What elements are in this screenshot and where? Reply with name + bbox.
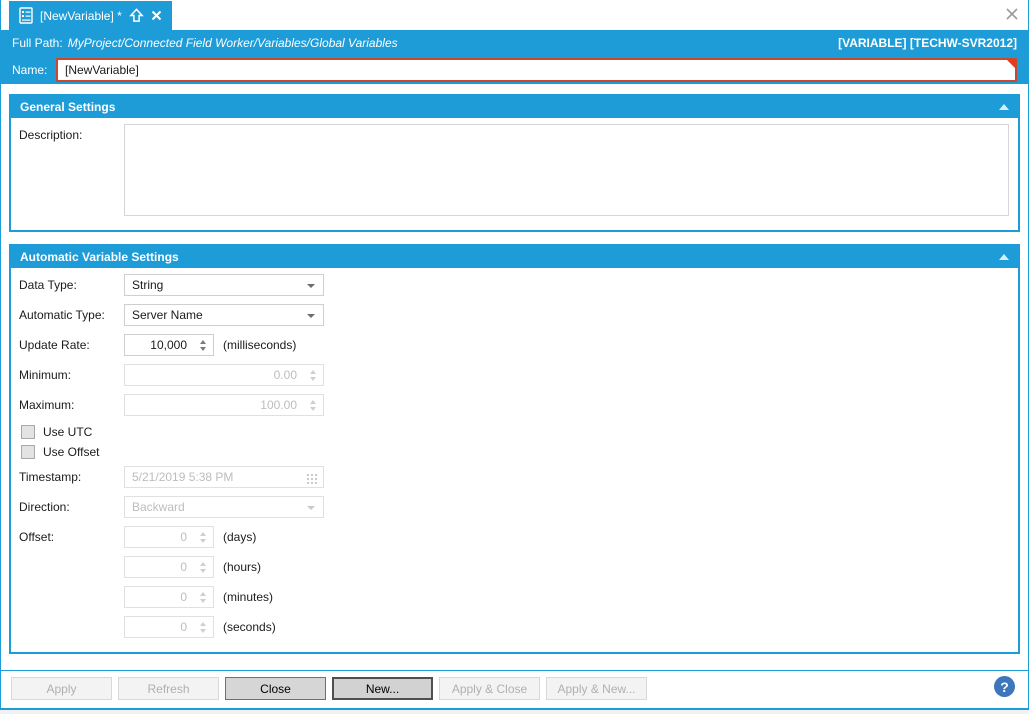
direction-dropdown: Backward <box>124 496 324 518</box>
validation-flag-icon <box>1007 60 1015 68</box>
automatic-settings-panel: Automatic Variable Settings Data Type: S… <box>9 244 1020 654</box>
offset-minutes-suffix: (minutes) <box>223 590 273 604</box>
name-input[interactable] <box>56 58 1017 82</box>
timestamp-picker <box>124 466 324 488</box>
full-path-bar: Full Path: MyProject/Connected Field Wor… <box>1 30 1028 56</box>
general-settings-header[interactable]: General Settings <box>11 96 1018 118</box>
use-utc-checkbox-row[interactable]: Use UTC <box>21 424 1009 440</box>
offset-hours-suffix: (hours) <box>223 560 261 574</box>
collapse-icon[interactable] <box>999 254 1009 260</box>
offset-hours-stepper <box>124 556 214 578</box>
spinner-icon <box>310 365 316 385</box>
offset-label: Offset: <box>19 530 124 544</box>
apply-and-new-button: Apply & New... <box>546 677 647 700</box>
minimum-stepper <box>124 364 324 386</box>
use-offset-checkbox[interactable] <box>21 445 35 459</box>
use-offset-label: Use Offset <box>43 445 99 459</box>
description-textarea[interactable] <box>124 124 1009 216</box>
full-path-value: MyProject/Connected Field Worker/Variabl… <box>68 36 398 50</box>
maximum-stepper <box>124 394 324 416</box>
minimum-input <box>125 365 323 385</box>
promote-icon[interactable] <box>129 8 144 23</box>
spinner-icon <box>200 557 206 577</box>
dropdown-arrow-icon <box>307 506 315 510</box>
name-label: Name: <box>12 63 56 77</box>
new-button[interactable]: New... <box>332 677 433 700</box>
close-button[interactable]: Close <box>225 677 326 700</box>
datetime-picker-icon <box>307 473 317 487</box>
automatic-settings-title: Automatic Variable Settings <box>20 250 179 264</box>
tab-strip: [NewVariable] * <box>1 0 1028 30</box>
general-settings-title: General Settings <box>20 100 115 114</box>
apply-and-close-button: Apply & Close <box>439 677 540 700</box>
update-rate-label: Update Rate: <box>19 338 124 352</box>
window-close-icon[interactable] <box>1005 7 1019 21</box>
refresh-button: Refresh <box>118 677 219 700</box>
offset-days-suffix: (days) <box>223 530 256 544</box>
general-settings-panel: General Settings Description: <box>9 94 1020 232</box>
update-rate-suffix: (milliseconds) <box>223 338 296 352</box>
automatic-settings-body: Data Type: String Automatic Type: Server… <box>11 268 1018 652</box>
spinner-icon <box>200 587 206 607</box>
use-utc-label: Use UTC <box>43 425 92 439</box>
automatic-type-value: Server Name <box>132 308 203 322</box>
dropdown-arrow-icon <box>307 284 315 288</box>
name-field-wrap <box>56 58 1017 82</box>
data-type-value: String <box>132 278 163 292</box>
tab-document-icon <box>19 7 33 24</box>
tab-newvariable[interactable]: [NewVariable] * <box>9 1 172 30</box>
maximum-label: Maximum: <box>19 398 124 412</box>
footer-bar: Apply Refresh Close New... Apply & Close… <box>1 670 1028 706</box>
use-offset-checkbox-row[interactable]: Use Offset <box>21 444 1009 460</box>
dropdown-arrow-icon <box>307 314 315 318</box>
maximum-input <box>125 395 323 415</box>
general-settings-body: Description: <box>11 118 1018 230</box>
direction-label: Direction: <box>19 500 124 514</box>
spinner-icon <box>310 395 316 415</box>
full-path-label: Full Path: <box>12 36 63 50</box>
context-badge: [VARIABLE] [TECHW-SVR2012] <box>838 36 1017 50</box>
offset-seconds-suffix: (seconds) <box>223 620 276 634</box>
offset-minutes-stepper <box>124 586 214 608</box>
use-utc-checkbox[interactable] <box>21 425 35 439</box>
spinner-icon <box>200 617 206 637</box>
data-type-label: Data Type: <box>19 278 124 292</box>
apply-button: Apply <box>11 677 112 700</box>
automatic-type-label: Automatic Type: <box>19 308 124 322</box>
name-row: Name: <box>1 56 1028 84</box>
offset-seconds-stepper <box>124 616 214 638</box>
automatic-settings-header[interactable]: Automatic Variable Settings <box>11 246 1018 268</box>
tab-title: [NewVariable] * <box>40 9 122 23</box>
help-icon[interactable]: ? <box>994 676 1015 697</box>
minimum-label: Minimum: <box>19 368 124 382</box>
update-rate-stepper[interactable] <box>124 334 214 356</box>
spinner-icon <box>200 527 206 547</box>
tab-close-icon[interactable] <box>151 10 162 21</box>
variable-editor-window: [NewVariable] * Full Path: MyProject/Con… <box>0 0 1029 710</box>
collapse-icon[interactable] <box>999 104 1009 110</box>
description-label: Description: <box>19 124 124 216</box>
timestamp-input <box>125 467 323 487</box>
spinner-icon[interactable] <box>200 335 206 355</box>
data-type-dropdown[interactable]: String <box>124 274 324 296</box>
automatic-type-dropdown[interactable]: Server Name <box>124 304 324 326</box>
timestamp-label: Timestamp: <box>19 470 124 484</box>
content-area: General Settings Description: Automatic … <box>1 94 1028 654</box>
direction-value: Backward <box>132 500 185 514</box>
offset-days-stepper <box>124 526 214 548</box>
